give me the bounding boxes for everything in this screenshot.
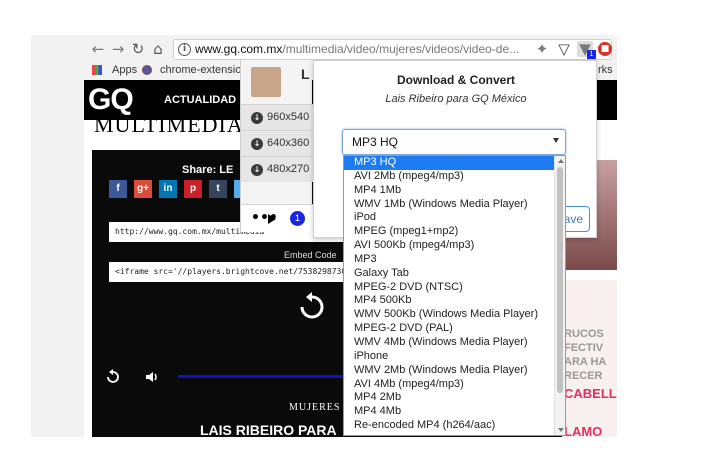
scroll-down-arrow-icon[interactable] [558, 428, 564, 432]
video-category: MUJERES [289, 402, 341, 413]
forward-icon[interactable]: → [110, 41, 126, 57]
format-option[interactable]: Galaxy Tab [344, 267, 555, 281]
extension-puzzle-icon[interactable]: ✦ [534, 41, 550, 57]
url-text[interactable]: www.gq.com.mx/multimedia/video/mujeres/v… [195, 42, 519, 56]
format-option[interactable]: Re-encoded MP4 (h264/aac) [344, 419, 555, 433]
queue-count-badge[interactable]: 1 [290, 211, 305, 226]
format-select[interactable]: MP3 HQ [342, 129, 566, 155]
apps-grid-icon[interactable] [92, 65, 102, 75]
reload-icon[interactable]: ↻ [130, 41, 146, 57]
facebook-icon[interactable]: f [109, 180, 127, 198]
nav-actualidad[interactable]: ACTUALIDAD [164, 94, 236, 106]
bookmark-apps[interactable]: Apps [112, 64, 137, 76]
format-option[interactable]: WMV 4Mb (Windows Media Player) [344, 336, 555, 350]
format-options: MP3 HQ AVI 2Mb (mpeg4/mp3) MP4 1Mb WMV 1Mb … [344, 156, 555, 433]
share-label: Share: LE [182, 164, 234, 176]
format-row-640[interactable]: ↓ 640x360 [241, 130, 313, 156]
play-icon[interactable] [268, 214, 276, 224]
url-host: www.gq.com.mx [195, 42, 283, 56]
format-option[interactable]: MP3 HQ [344, 156, 555, 170]
format-label: 480x270 [267, 163, 310, 175]
screenshot-stage: ← → ↻ ⌂ i www.gq.com.mx/multimedia/video… [0, 0, 701, 457]
extension-video-panel: L ↓ 960x540 ↓ 640x360 ↓ 480x270 ••• 1 [240, 60, 313, 232]
embed-code-label: Embed Code [284, 250, 337, 260]
popup-title: Download & Convert [396, 73, 515, 87]
ad-line-1: RUCOS [564, 328, 604, 340]
filter-extension-icon[interactable]: ▽ [556, 41, 572, 57]
scroll-up-arrow-icon[interactable] [558, 159, 564, 163]
linkedin-icon[interactable]: in [159, 180, 177, 198]
ad-line-3: ARA HA [564, 356, 607, 368]
format-option[interactable]: iPod [344, 211, 555, 225]
ad-line-5: CABELL [564, 386, 617, 401]
format-option[interactable]: WMV 1Mb (Windows Media Player) [344, 198, 555, 212]
format-option[interactable]: MPEG-2 DVD (NTSC) [344, 281, 555, 295]
home-icon[interactable]: ⌂ [150, 41, 166, 57]
url-path: /multimedia/video/mujeres/videos/video-d… [282, 42, 520, 56]
extension-badge: 1 [587, 50, 596, 59]
format-label: 960x540 [267, 111, 310, 123]
site-info-icon[interactable]: i [178, 43, 191, 56]
video-thumbnail[interactable] [251, 67, 281, 97]
format-option[interactable]: WMV 2Mb (Windows Media Player) [344, 364, 555, 378]
format-option[interactable]: AVI 2Mb (mpeg4/mp3) [344, 170, 555, 184]
bookmark-others[interactable]: rks [598, 64, 613, 76]
popup-subtitle: Lais Ribeiro para GQ México [385, 93, 527, 105]
tumblr-icon[interactable]: t [209, 180, 227, 198]
dropdown-scrollbar[interactable] [554, 156, 565, 435]
back-icon[interactable]: ← [90, 41, 106, 57]
format-option[interactable]: AVI 500Kb (mpeg4/mp3) [344, 239, 555, 253]
scrollbar-thumb[interactable] [557, 167, 563, 393]
format-option[interactable]: AVI 4Mb (mpeg4/mp3) [344, 378, 555, 392]
format-option[interactable]: MPEG (mpeg1+mp2) [344, 225, 555, 239]
pinterest-icon[interactable]: p [184, 180, 202, 198]
chevron-down-icon [553, 138, 559, 143]
ad-line-6: LAMO [564, 424, 603, 437]
download-icon[interactable]: ↓ [251, 138, 263, 150]
format-option[interactable]: MP4 4Mb [344, 405, 555, 419]
format-select-value: MP3 HQ [352, 135, 399, 149]
replay-icon[interactable] [105, 369, 121, 385]
replay-large-icon[interactable] [297, 292, 327, 322]
google-plus-icon[interactable]: g+ [134, 180, 152, 198]
format-option[interactable]: MP4 500Kb [344, 294, 555, 308]
format-option[interactable]: iPhone [344, 350, 555, 364]
download-icon[interactable]: ↓ [251, 112, 263, 124]
format-row-480[interactable]: ↓ 480x270 [241, 156, 313, 182]
extension-controls: ••• 1 [241, 204, 313, 232]
ad-line-2: FECTIV [564, 342, 604, 354]
extension-bookmark-icon [142, 65, 152, 75]
video-title-initial: L [301, 66, 310, 82]
adblock-icon[interactable]: ■ [598, 42, 612, 56]
volume-icon[interactable] [144, 369, 160, 385]
ad-line-4: RECER [564, 370, 603, 382]
format-dropdown-list[interactable]: MP3 HQ AVI 2Mb (mpeg4/mp3) MP4 1Mb WMV 1Mb … [343, 155, 566, 436]
format-option[interactable]: MP4 2Mb [344, 391, 555, 405]
video-title: LAIS RIBEIRO PARA [200, 422, 337, 437]
download-icon[interactable]: ↓ [251, 164, 263, 176]
format-row-960[interactable]: ↓ 960x540 [241, 104, 313, 130]
format-option[interactable]: WMV 500Kb (Windows Media Player) [344, 308, 555, 322]
section-heading: MULTIMEDIA [94, 112, 244, 137]
format-label: 640x360 [267, 137, 310, 149]
browser-toolbar: ← → ↻ ⌂ i www.gq.com.mx/multimedia/video… [84, 36, 617, 62]
format-option[interactable]: MP3 [344, 253, 555, 267]
format-option[interactable]: MP4 1Mb [344, 184, 555, 198]
format-option[interactable]: MPEG-2 DVD (PAL) [344, 322, 555, 336]
progress-bar[interactable] [178, 375, 358, 378]
